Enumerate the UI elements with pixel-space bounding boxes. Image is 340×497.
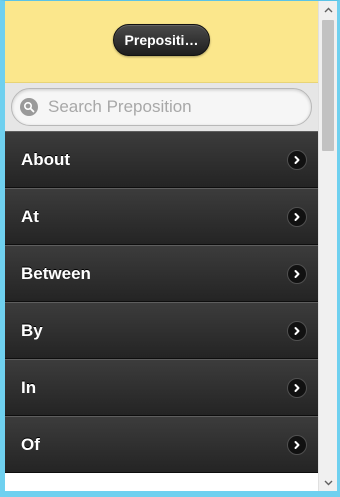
list-item-about[interactable]: About bbox=[5, 131, 318, 188]
search-bar bbox=[5, 83, 318, 131]
chevron-right-icon bbox=[287, 320, 307, 341]
search-input[interactable] bbox=[46, 96, 280, 118]
list-item-at[interactable]: At bbox=[5, 188, 318, 245]
scroll-down-button[interactable] bbox=[319, 474, 337, 491]
list-item-between[interactable]: Between bbox=[5, 245, 318, 302]
list-item-by[interactable]: By bbox=[5, 302, 318, 359]
search-field[interactable] bbox=[11, 88, 312, 126]
list-item-label: In bbox=[21, 377, 37, 397]
search-icon bbox=[20, 98, 38, 116]
list-item-label: About bbox=[21, 149, 71, 169]
preposition-list: About At Between By In Of bbox=[5, 131, 318, 473]
title-button[interactable]: Prepositi… bbox=[113, 23, 210, 56]
page-content: Prepositi… About At bbox=[5, 1, 318, 491]
app-window: Prepositi… About At bbox=[0, 0, 340, 497]
list-item-in[interactable]: In bbox=[5, 359, 318, 416]
list-item-label: By bbox=[21, 320, 43, 340]
scroll-up-arrow-icon bbox=[324, 7, 332, 12]
chevron-right-icon bbox=[287, 206, 307, 227]
chevron-right-icon bbox=[287, 377, 307, 398]
list-item-label: Between bbox=[21, 263, 91, 283]
scrollbar-thumb[interactable] bbox=[322, 20, 334, 151]
scroll-up-button[interactable] bbox=[319, 1, 337, 18]
chevron-right-icon bbox=[287, 434, 307, 455]
list-item-label: Of bbox=[21, 434, 40, 454]
scroll-down-arrow-icon bbox=[324, 480, 332, 485]
chevron-right-icon bbox=[287, 149, 307, 170]
chevron-right-icon bbox=[287, 263, 307, 284]
list-item-of[interactable]: Of bbox=[5, 416, 318, 473]
header-bar: Prepositi… bbox=[5, 1, 318, 83]
list-item-label: At bbox=[21, 206, 39, 226]
vertical-scrollbar[interactable] bbox=[318, 1, 337, 491]
